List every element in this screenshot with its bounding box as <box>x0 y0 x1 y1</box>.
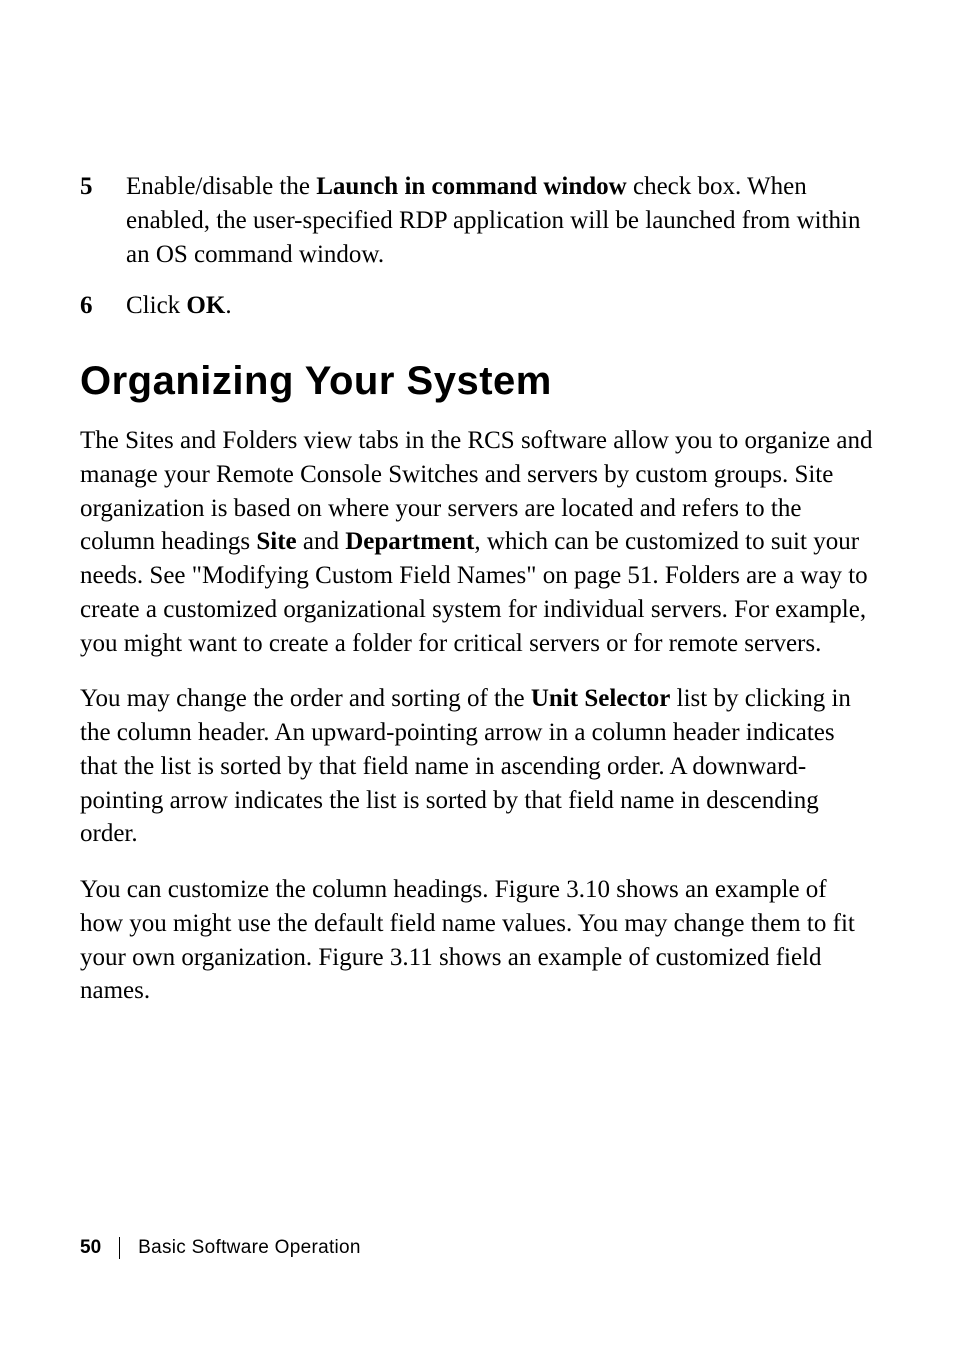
text-run: You may change the order and sorting of … <box>80 685 531 712</box>
bold-text: Department <box>345 528 474 555</box>
numbered-list: 5 Enable/disable the Launch in command w… <box>80 170 874 323</box>
bold-text: Launch in command window <box>316 173 627 200</box>
list-marker: 6 <box>80 289 126 323</box>
text-run: Click <box>126 292 186 319</box>
chapter-title: Basic Software Operation <box>138 1237 361 1259</box>
list-item: 6 Click OK. <box>80 289 874 323</box>
body-paragraph: You can customize the column headings. F… <box>80 873 874 1008</box>
bold-text: Unit Selector <box>531 685 671 712</box>
list-item: 5 Enable/disable the Launch in command w… <box>80 170 874 271</box>
text-run: Enable/disable the <box>126 173 316 200</box>
list-marker: 5 <box>80 170 126 204</box>
page-footer: 50 Basic Software Operation <box>80 1237 361 1259</box>
bold-text: Site <box>256 528 296 555</box>
page-number: 50 <box>80 1237 101 1259</box>
body-paragraph: You may change the order and sorting of … <box>80 682 874 851</box>
bold-text: OK <box>186 292 225 319</box>
document-page: 5 Enable/disable the Launch in command w… <box>0 0 954 1351</box>
section-heading: Organizing Your System <box>80 359 874 404</box>
footer-separator <box>119 1237 120 1259</box>
body-paragraph: The Sites and Folders view tabs in the R… <box>80 424 874 660</box>
text-run: and <box>297 528 346 555</box>
list-body: Click OK. <box>126 289 874 323</box>
text-run: . <box>225 292 231 319</box>
list-body: Enable/disable the Launch in command win… <box>126 170 874 271</box>
